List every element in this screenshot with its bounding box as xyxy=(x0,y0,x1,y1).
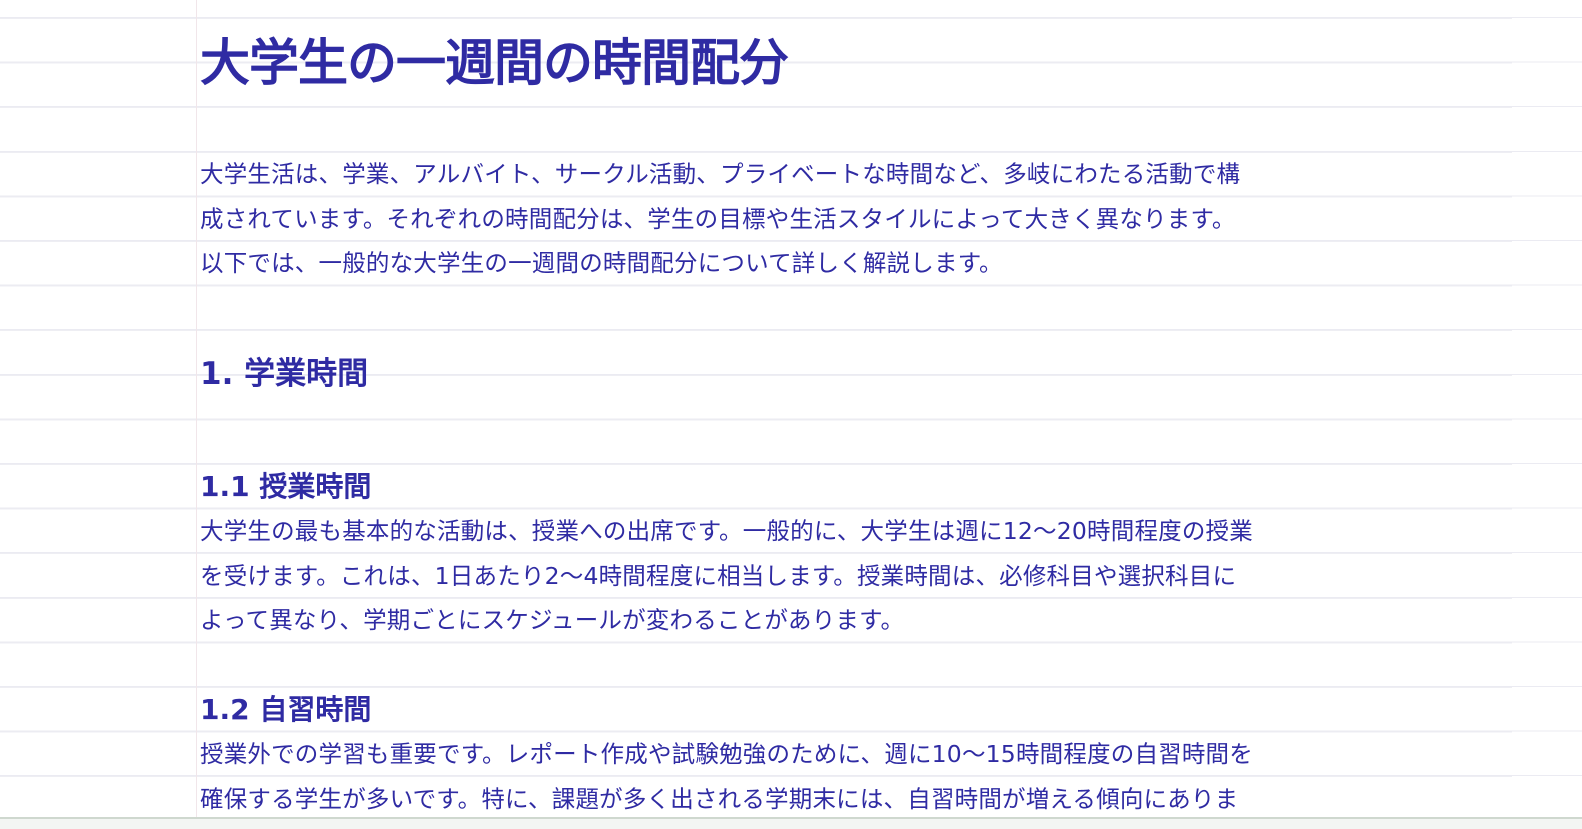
intro-line-1: 大学生活は、学業、アルバイト、サークル活動、プライベートな時間など、多岐にわたる… xyxy=(200,160,1241,188)
subsection-heading-class-time: 1.1 授業時間 xyxy=(200,470,372,503)
intro-paragraph: 大学生活は、学業、アルバイト、サークル活動、プライベートな時間など、多岐にわたる… xyxy=(200,152,1260,286)
intro-line-3: 以下では、一般的な大学生の一週間の時間配分について詳しく解説します。 xyxy=(200,249,1003,278)
section-heading-academic: 1. 学業時間 xyxy=(200,356,369,392)
class-time-line-3: よって異なり、学期ごとにスケジュールが変わることがあります。 xyxy=(200,606,905,635)
intro-line-2: 成されています。それぞれの時間配分は、学生の目標や生活スタイルによって大きく異な… xyxy=(200,204,1236,233)
class-time-line-1: 大学生の最も基本的な活動は、授業への出席です。一般的に、大学生は週に12〜20時… xyxy=(200,517,1253,545)
self-study-paragraph: 授業外での学習も重要です。レポート作成や試験勉強のために、週に10〜15時間程度… xyxy=(200,732,1260,821)
bottom-scrollbar-edge xyxy=(0,817,1582,829)
self-study-line-1: 授業外での学習も重要です。レポート作成や試験勉強のために、週に10〜15時間程度… xyxy=(200,740,1253,768)
class-time-line-2: を受けます。これは、1日あたり2〜4時間程度に相当します。授業時間は、必修科目や… xyxy=(200,561,1237,590)
margin-line xyxy=(196,0,197,829)
class-time-paragraph: 大学生の最も基本的な活動は、授業への出席です。一般的に、大学生は週に12〜20時… xyxy=(200,509,1260,643)
page-title: 大学生の一週間の時間配分 xyxy=(200,34,789,92)
document-page: 大学生の一週間の時間配分 大学生活は、学業、アルバイト、サークル活動、プライベー… xyxy=(0,0,1582,829)
self-study-line-2: 確保する学生が多いです。特に、課題が多く出される学期末には、自習時間が増える傾向… xyxy=(200,784,1239,813)
subsection-heading-self-study: 1.2 自習時間 xyxy=(200,693,372,726)
